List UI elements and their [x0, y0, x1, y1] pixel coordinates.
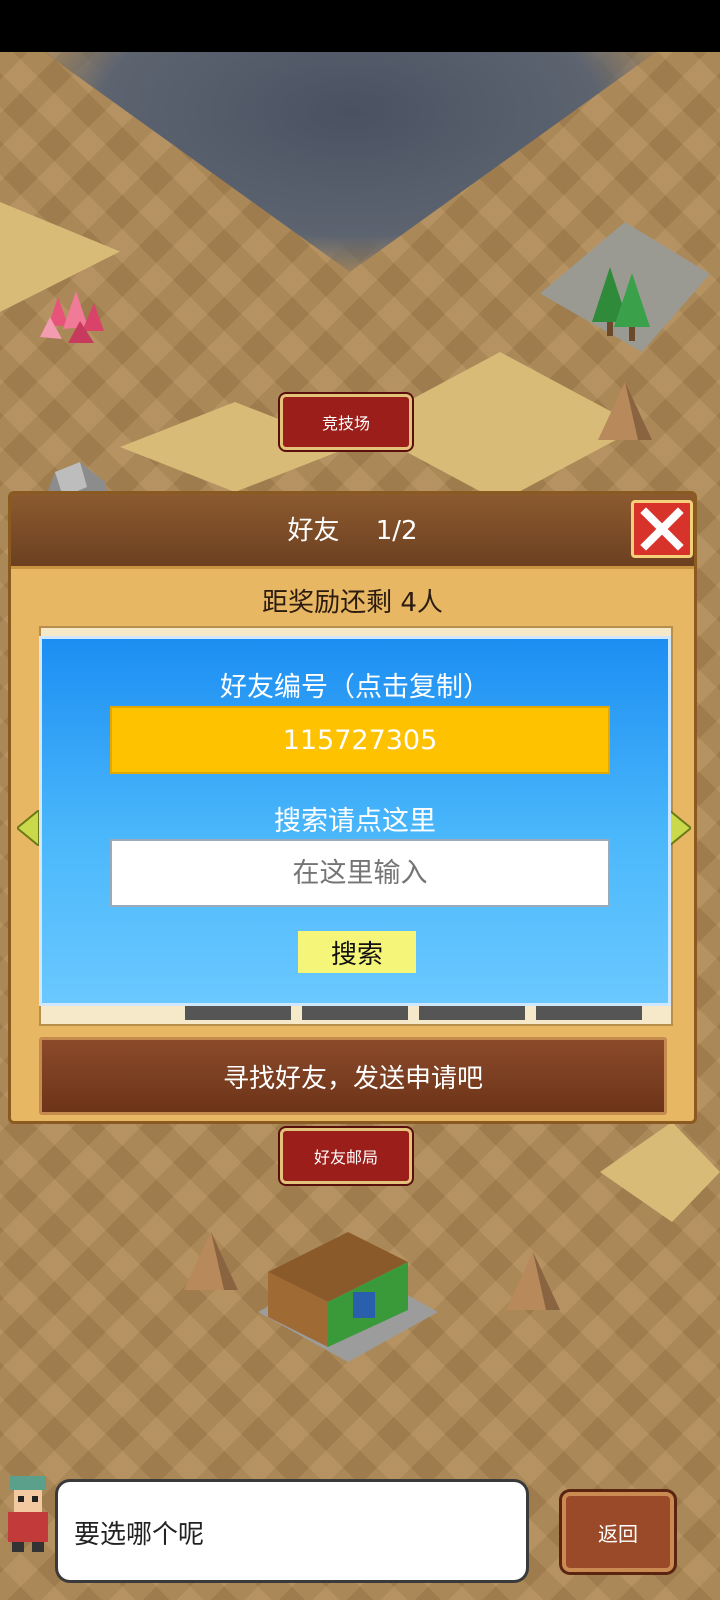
friends-dialog: 好友 1/2 距奖励还剩 4人 好友编号（点击复制） 115727305 搜索请…	[8, 491, 697, 1124]
close-icon	[640, 507, 684, 551]
friend-id-copy-button[interactable]: 115727305	[110, 706, 610, 774]
post-office-label[interactable]: 好友邮局	[280, 1128, 412, 1184]
friend-slot[interactable]	[185, 1004, 291, 1020]
find-friends-button[interactable]: 寻找好友，发送申请吧	[39, 1037, 667, 1115]
mountain-icon	[598, 382, 652, 440]
speech-bubble: 要选哪个呢	[58, 1482, 526, 1580]
dialog-header: 好友 1/2	[11, 494, 694, 569]
back-button-label: 返回	[598, 1521, 638, 1546]
arena-label-text: 竞技场	[321, 414, 370, 433]
friend-search-input[interactable]	[110, 839, 610, 907]
npc-avatar-icon	[8, 1476, 48, 1552]
find-friends-button-label: 寻找好友，发送申请吧	[222, 1063, 483, 1094]
friend-slot[interactable]	[419, 1004, 525, 1020]
dark-pit	[30, 52, 670, 272]
friend-slot[interactable]	[302, 1004, 408, 1020]
arena-label[interactable]: 竞技场	[280, 394, 412, 450]
sand-patch	[600, 1122, 720, 1222]
dialog-title-text: 好友	[287, 516, 340, 546]
search-label: 搜索请点这里	[274, 806, 436, 837]
reward-progress-text: 距奖励还剩 4人	[262, 588, 443, 618]
speech-text: 要选哪个呢	[74, 1520, 205, 1550]
post-office-building-icon[interactable]	[258, 1232, 438, 1362]
mountain-icon	[506, 1252, 560, 1310]
prev-page-arrow-icon[interactable]	[17, 810, 39, 846]
friend-slot[interactable]	[536, 1004, 642, 1020]
friend-id-label: 好友编号（点击复制）	[220, 672, 490, 703]
mountain-icon	[184, 1232, 238, 1290]
crystal-icon[interactable]	[38, 287, 108, 345]
post-office-label-text: 好友邮局	[313, 1148, 378, 1167]
dialog-page-indicator: 1/2	[375, 516, 418, 546]
friend-search-panel: 好友编号（点击复制） 115727305 搜索请点这里 搜索	[39, 636, 671, 1006]
search-button[interactable]: 搜索	[298, 931, 416, 973]
next-page-arrow-icon[interactable]	[669, 810, 691, 846]
dialog-title: 好友 1/2	[11, 510, 694, 547]
tree-icon	[592, 267, 650, 341]
back-button[interactable]: 返回	[562, 1492, 674, 1572]
status-bar	[0, 0, 720, 52]
friend-id-value: 115727305	[282, 724, 438, 756]
close-button[interactable]	[631, 500, 693, 558]
